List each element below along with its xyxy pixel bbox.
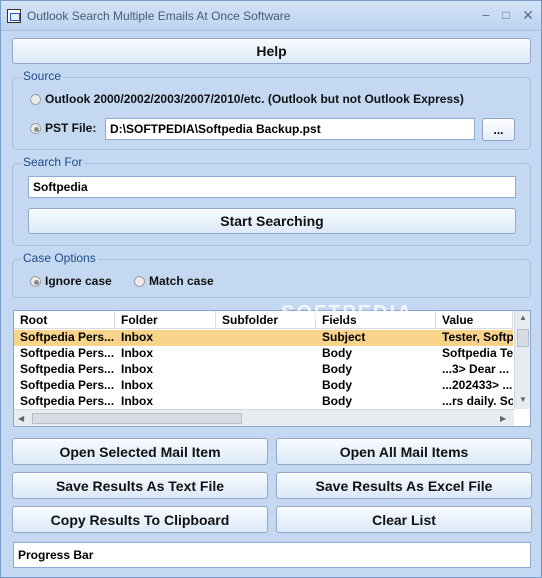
cell-root: Softpedia Pers... [20,346,115,360]
cell-root: Softpedia Pers... [20,362,115,376]
table-row[interactable]: Softpedia Pers... Inbox Body ...rs daily… [14,394,513,410]
case-legend: Case Options [21,251,98,265]
progress-bar: Progress Bar [13,542,531,568]
cell-value: ...202433> ... [442,378,513,392]
horizontal-scrollbar[interactable]: ◀ ▶ [14,409,514,426]
cell-subfolder [216,394,316,410]
search-input[interactable]: Softpedia [28,176,516,198]
cell-fields: Subject [322,330,366,344]
source-legend: Source [21,69,64,83]
cell-value: Softpedia Te [442,346,513,360]
cell-folder: Inbox [121,330,153,344]
column-value[interactable]: Value [436,311,513,328]
cell-subfolder [216,362,316,378]
cell-fields: Body [322,378,352,392]
horizontal-scroll-thumb[interactable] [32,413,242,424]
browse-button[interactable]: ... [482,118,515,141]
title-bar[interactable]: Outlook Search Multiple Emails At Once S… [1,1,541,31]
start-searching-button[interactable]: Start Searching [28,208,516,234]
main-window: Outlook Search Multiple Emails At Once S… [0,0,542,578]
ignore-case-option[interactable]: Ignore case [30,274,112,288]
column-root[interactable]: Root [14,311,115,328]
cell-subfolder [216,346,316,362]
scroll-right-icon[interactable]: ▶ [500,414,506,423]
open-selected-mail-button[interactable]: Open Selected Mail Item [12,438,268,465]
window-title: Outlook Search Multiple Emails At Once S… [27,9,291,23]
vertical-scroll-thumb[interactable] [517,329,529,347]
outlook-option-label: Outlook 2000/2002/2003/2007/2010/etc. (O… [45,92,464,106]
column-folder[interactable]: Folder [115,311,216,328]
cell-fields: Body [322,362,352,376]
match-case-radio[interactable] [134,275,145,287]
cell-subfolder [216,378,316,394]
app-window-icon [7,9,21,23]
cell-folder: Inbox [121,378,153,392]
vertical-scrollbar[interactable]: ▲ ▼ [514,311,530,409]
source-outlook-option[interactable]: Outlook 2000/2002/2003/2007/2010/etc. (O… [30,92,464,106]
results-header: Root Folder Subfolder Fields Value [14,311,513,329]
table-row[interactable]: Softpedia Pers... Inbox Subject Tester, … [14,330,513,346]
cell-value: ...rs daily. So [442,394,513,408]
table-row[interactable]: Softpedia Pers... Inbox Body ...3> Dear … [14,362,513,378]
cell-folder: Inbox [121,362,153,376]
help-button[interactable]: Help [12,38,531,64]
results-table[interactable]: Root Folder Subfolder Fields Value Softp… [13,310,531,427]
cell-fields: Body [322,394,352,408]
save-excel-button[interactable]: Save Results As Excel File [276,472,532,499]
scroll-down-icon[interactable]: ▼ [519,395,527,404]
table-row[interactable]: Softpedia Pers... Inbox Body Softpedia T… [14,346,513,362]
match-case-label: Match case [149,274,214,288]
clear-list-button[interactable]: Clear List [276,506,532,533]
cell-value: Tester, Softp [442,330,513,344]
softpedia-watermark: SOFTPEDIA [281,302,414,324]
save-text-button[interactable]: Save Results As Text File [12,472,268,499]
open-all-mail-button[interactable]: Open All Mail Items [276,438,532,465]
scroll-left-icon[interactable]: ◀ [18,414,24,423]
scroll-up-icon[interactable]: ▲ [519,313,527,322]
maximize-icon[interactable]: □ [497,7,515,23]
ignore-case-label: Ignore case [45,274,112,288]
outlook-radio[interactable] [30,93,41,105]
pst-option-label: PST File: [45,121,97,135]
ignore-case-radio[interactable] [30,275,41,287]
cell-root: Softpedia Pers... [20,394,115,408]
pst-radio[interactable] [30,122,41,134]
results-rows: Softpedia Pers... Inbox Subject Tester, … [14,330,513,410]
search-legend: Search For [21,155,85,169]
cell-folder: Inbox [121,346,153,360]
cell-folder: Inbox [121,394,153,408]
cell-value: ...3> Dear ... [442,362,510,376]
table-row[interactable]: Softpedia Pers... Inbox Body ...202433> … [14,378,513,394]
copy-clipboard-button[interactable]: Copy Results To Clipboard [12,506,268,533]
close-icon[interactable]: ✕ [519,7,537,23]
cell-fields: Body [322,346,352,360]
cell-root: Softpedia Pers... [20,378,115,392]
source-pst-option[interactable]: PST File: [30,121,96,135]
minimize-icon[interactable]: – [477,7,495,23]
pst-path-field[interactable]: D:\SOFTPEDIA\Softpedia Backup.pst [105,118,475,140]
cell-subfolder [216,330,316,346]
cell-root: Softpedia Pers... [20,330,115,344]
match-case-option[interactable]: Match case [134,274,214,288]
